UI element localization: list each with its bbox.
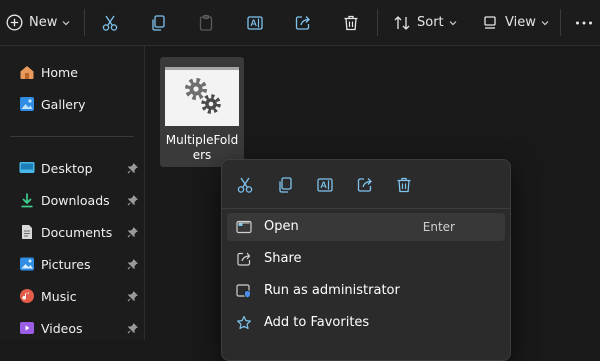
plus-circle-icon xyxy=(6,14,23,31)
context-menu: Open Enter Share Run as administrator Ad… xyxy=(221,159,511,361)
sidebar-item-desktop[interactable]: Desktop xyxy=(0,154,144,182)
gallery-icon xyxy=(19,96,35,112)
sidebar-item-label: Pictures xyxy=(41,256,91,272)
new-button[interactable]: New xyxy=(6,0,70,45)
paste-button[interactable] xyxy=(197,0,215,45)
star-icon xyxy=(236,315,252,331)
sidebar-item-label: Home xyxy=(41,64,78,80)
sidebar-item-music[interactable]: Music xyxy=(0,282,144,310)
sidebar-divider xyxy=(10,136,134,137)
share-icon xyxy=(236,251,252,267)
menu-item-shortcut: Enter xyxy=(422,220,455,234)
gear-icon xyxy=(182,75,224,121)
sidebar-item-label: Downloads xyxy=(41,192,110,208)
menu-item-label: Run as administrator xyxy=(264,283,400,298)
rename-button[interactable] xyxy=(246,0,264,45)
videos-icon xyxy=(19,320,35,336)
sidebar-item-label: Videos xyxy=(41,320,83,336)
cut-button[interactable] xyxy=(101,0,119,45)
share-button[interactable] xyxy=(294,0,312,45)
home-icon xyxy=(19,64,35,80)
view-label: View xyxy=(505,15,536,30)
more-icon xyxy=(575,20,593,26)
delete-icon[interactable] xyxy=(395,176,413,194)
sort-button[interactable]: Sort xyxy=(393,0,457,45)
pictures-icon xyxy=(19,256,35,272)
sidebar-item-label: Gallery xyxy=(41,96,86,112)
download-icon xyxy=(19,192,35,208)
navigation-pane: Home Gallery Desktop Downloads Documents xyxy=(0,46,145,340)
menu-item-add-to-favorites[interactable]: Add to Favorites xyxy=(227,309,505,337)
open-icon xyxy=(236,219,252,235)
context-menu-quick-actions xyxy=(222,160,510,209)
pin-icon[interactable] xyxy=(127,258,139,270)
cut-icon[interactable] xyxy=(236,176,254,194)
rename-icon xyxy=(246,14,264,32)
sidebar-item-pictures[interactable]: Pictures xyxy=(0,250,144,278)
command-bar: New Sort View xyxy=(0,0,600,46)
share-icon xyxy=(294,14,312,32)
rename-icon[interactable] xyxy=(316,176,334,194)
toolbar-divider xyxy=(560,9,561,36)
toolbar-divider xyxy=(84,9,85,36)
sidebar-item-label: Documents xyxy=(41,224,113,240)
copy-icon[interactable] xyxy=(276,176,294,194)
menu-item-share[interactable]: Share xyxy=(227,245,505,273)
pin-icon[interactable] xyxy=(127,322,139,334)
chevron-down-icon xyxy=(62,20,70,26)
sidebar-item-label: Desktop xyxy=(41,160,93,176)
desktop-icon xyxy=(19,160,35,176)
chevron-down-icon xyxy=(449,20,457,26)
sidebar-item-label: Music xyxy=(41,288,77,304)
sort-label: Sort xyxy=(417,15,444,30)
pin-icon[interactable] xyxy=(127,194,139,206)
music-icon xyxy=(19,288,35,304)
sidebar-item-videos[interactable]: Videos xyxy=(0,314,144,342)
pin-icon[interactable] xyxy=(127,226,139,238)
pin-icon[interactable] xyxy=(127,290,139,302)
sidebar-item-downloads[interactable]: Downloads xyxy=(0,186,144,214)
chevron-down-icon xyxy=(541,20,549,26)
menu-item-label: Add to Favorites xyxy=(264,315,370,330)
menu-item-label: Share xyxy=(264,251,302,266)
more-options-button[interactable] xyxy=(575,0,593,45)
menu-item-open[interactable]: Open Enter xyxy=(227,213,505,241)
toolbar-divider xyxy=(377,9,378,36)
file-thumbnail xyxy=(165,67,239,126)
sort-icon xyxy=(393,14,411,32)
sidebar-item-gallery[interactable]: Gallery xyxy=(0,90,144,118)
delete-icon xyxy=(342,14,360,32)
menu-item-label: Open xyxy=(264,219,299,234)
view-icon xyxy=(481,14,499,32)
menu-item-run-as-administrator[interactable]: Run as administrator xyxy=(227,277,505,305)
paste-icon xyxy=(197,14,215,32)
cut-icon xyxy=(101,14,119,32)
share-icon[interactable] xyxy=(356,176,374,194)
documents-icon xyxy=(19,224,35,240)
copy-button[interactable] xyxy=(149,0,167,45)
delete-button[interactable] xyxy=(342,0,360,45)
new-label: New xyxy=(29,15,58,30)
copy-icon xyxy=(149,14,167,32)
pin-icon[interactable] xyxy=(127,162,139,174)
sidebar-item-documents[interactable]: Documents xyxy=(0,218,144,246)
sidebar-item-home[interactable]: Home xyxy=(0,58,144,86)
shield-icon xyxy=(236,283,252,299)
view-button[interactable]: View xyxy=(481,0,549,45)
file-item-selected[interactable]: MultipleFolders xyxy=(160,57,244,167)
